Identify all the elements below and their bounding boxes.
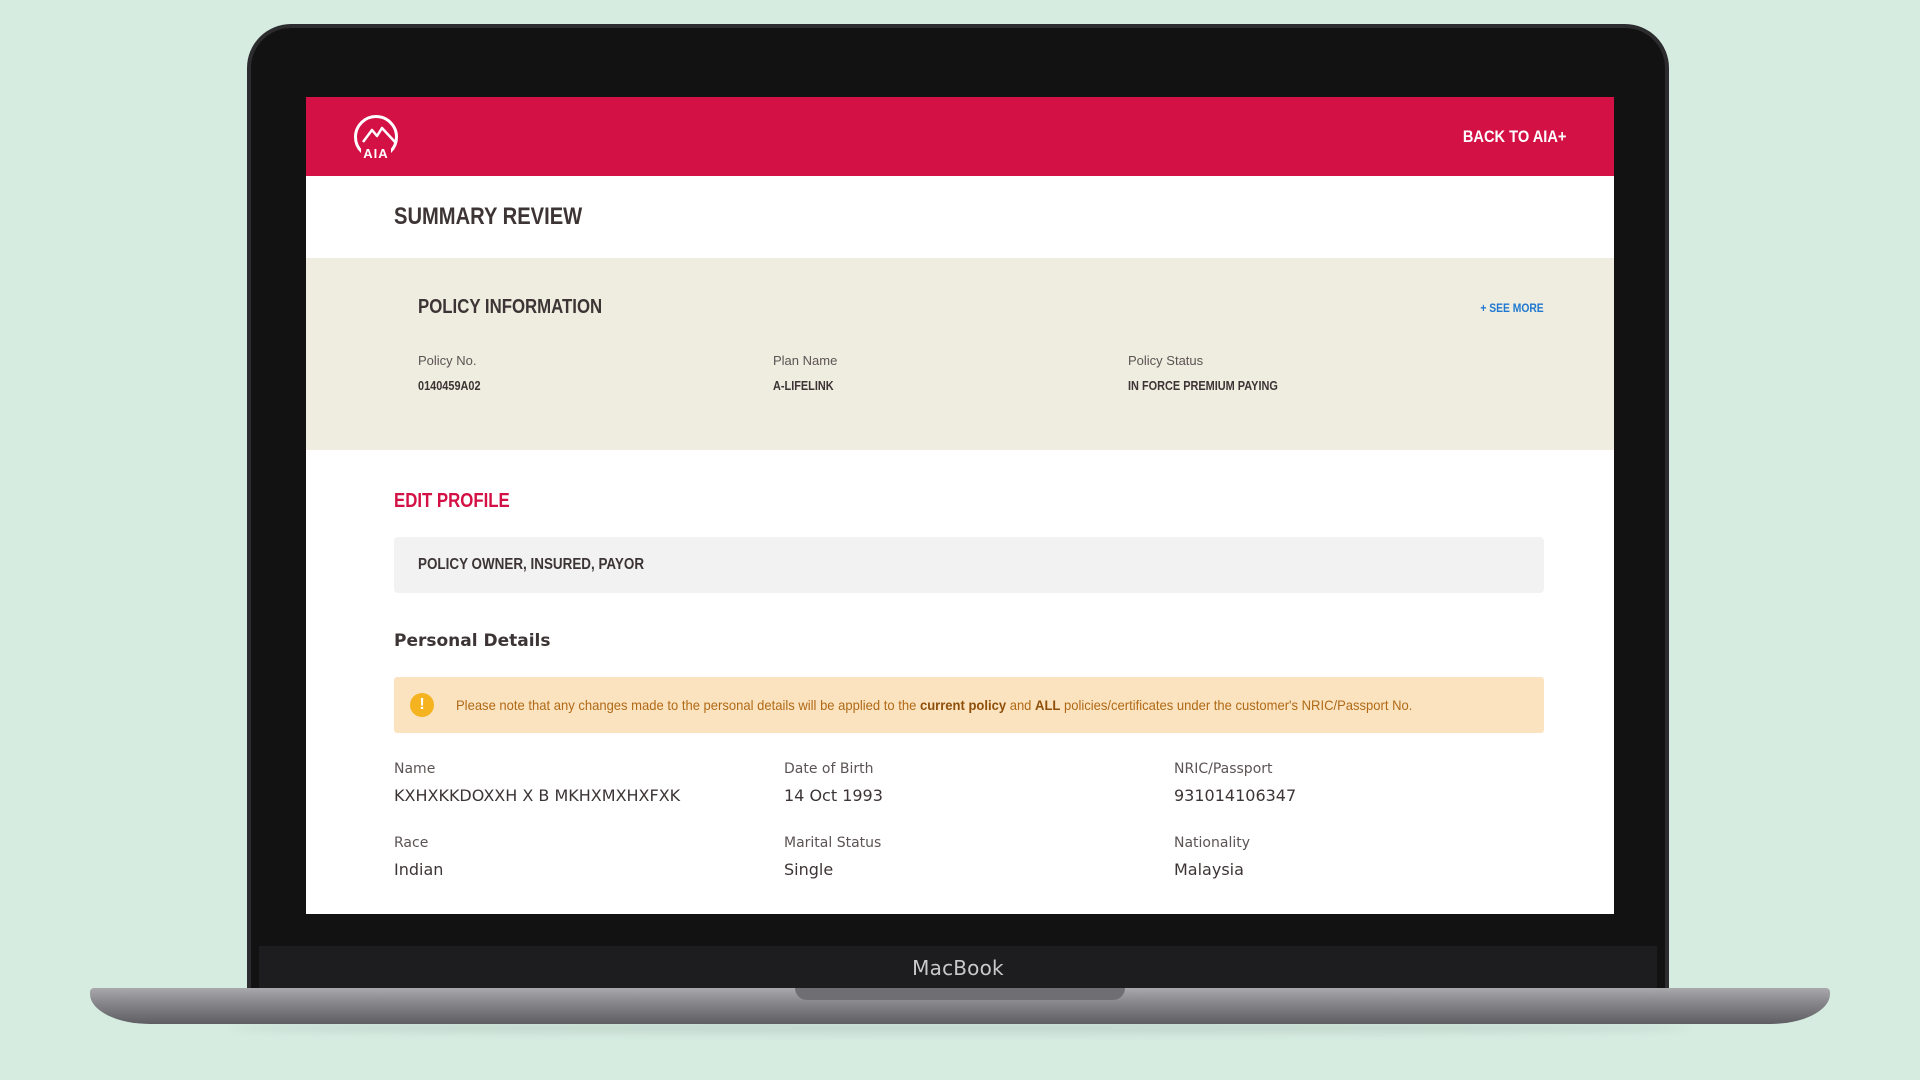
field-value: IN FORCE PREMIUM PAYING: [1128, 378, 1278, 393]
field-label: Marital Status: [784, 835, 882, 851]
policy-number-field: Policy No. 0140459A02: [418, 353, 773, 395]
field-value: 14 Oct 1993: [784, 786, 883, 805]
role-label: POLICY OWNER, INSURED, PAYOR: [418, 556, 645, 573]
laptop-chin: MacBook: [259, 946, 1657, 990]
personal-details-grid: Name KXHXKKDOXXH X B MKHXMXHXFXK Date of…: [394, 761, 1544, 879]
field-value: 0140459A02: [418, 378, 481, 393]
field-value: 931014106347: [1174, 786, 1297, 805]
policy-fields: Policy No. 0140459A02 Plan Name A-LIFELI…: [418, 353, 1544, 395]
policy-header: POLICY INFORMATION + SEE MORE: [418, 296, 1544, 319]
notice-text-part: and: [1006, 697, 1036, 713]
personal-details-title: Personal Details: [394, 631, 551, 651]
plan-name-field: Plan Name A-LIFELINK: [773, 353, 1128, 395]
see-more-link[interactable]: + SEE MORE: [1481, 301, 1544, 315]
top-header: AIA BACK TO AIA+: [306, 97, 1614, 176]
page-title-bar: SUMMARY REVIEW: [306, 176, 1614, 258]
notice-text-part: policies/certificates under the customer…: [1060, 697, 1413, 713]
exclamation-icon: !: [410, 693, 434, 717]
role-accordion[interactable]: POLICY OWNER, INSURED, PAYOR: [394, 537, 1544, 593]
policy-status-field: Policy Status IN FORCE PREMIUM PAYING: [1128, 353, 1483, 395]
field-label: Nationality: [1174, 835, 1251, 851]
app-screen: AIA BACK TO AIA+ SUMMARY REVIEW POLICY I…: [306, 97, 1614, 914]
field-value: Malaysia: [1174, 860, 1244, 879]
notice-bold-all: ALL: [1035, 697, 1061, 713]
laptop-notch: [795, 988, 1125, 1000]
field-label: Policy No.: [418, 353, 477, 368]
edit-profile-section: EDIT PROFILE POLICY OWNER, INSURED, PAYO…: [306, 450, 1614, 879]
device-label: MacBook: [912, 956, 1004, 980]
field-value: Indian: [394, 860, 444, 879]
notice-text-part: Please note that any changes made to the…: [456, 697, 920, 713]
field-value: KXHXKKDOXXH X B MKHXMXHXFXK: [394, 786, 681, 805]
field-label: Date of Birth: [784, 761, 874, 777]
policy-information-panel: POLICY INFORMATION + SEE MORE Policy No.…: [306, 258, 1614, 450]
aia-logo[interactable]: AIA: [354, 114, 398, 161]
field-label: NRIC/Passport: [1174, 761, 1273, 777]
date-of-birth-field: Date of Birth 14 Oct 1993: [784, 761, 1174, 805]
field-label: Policy Status: [1128, 353, 1204, 368]
back-to-aia-link[interactable]: BACK TO AIA+: [1462, 127, 1566, 147]
notice-banner: ! Please note that any changes made to t…: [394, 677, 1544, 733]
field-label: Plan Name: [773, 353, 838, 368]
logo-text: AIA: [361, 145, 391, 161]
marital-status-field: Marital Status Single: [784, 835, 1174, 879]
field-value: Single: [784, 860, 834, 879]
notice-bold-current-policy: current policy: [919, 697, 1007, 713]
mountain-icon: [362, 126, 396, 143]
name-field: Name KXHXKKDOXXH X B MKHXMXHXFXK: [394, 761, 784, 805]
notice-text: Please note that any changes made to the…: [456, 697, 1412, 713]
policy-information-title: POLICY INFORMATION: [418, 296, 603, 318]
nric-passport-field: NRIC/Passport 931014106347: [1174, 761, 1534, 805]
field-label: Name: [394, 761, 436, 777]
field-value: A-LIFELINK: [773, 378, 834, 393]
page-title: SUMMARY REVIEW: [394, 203, 583, 230]
race-field: Race Indian: [394, 835, 784, 879]
field-label: Race: [394, 835, 429, 851]
edit-profile-title: EDIT PROFILE: [394, 490, 510, 512]
nationality-field: Nationality Malaysia: [1174, 835, 1534, 879]
